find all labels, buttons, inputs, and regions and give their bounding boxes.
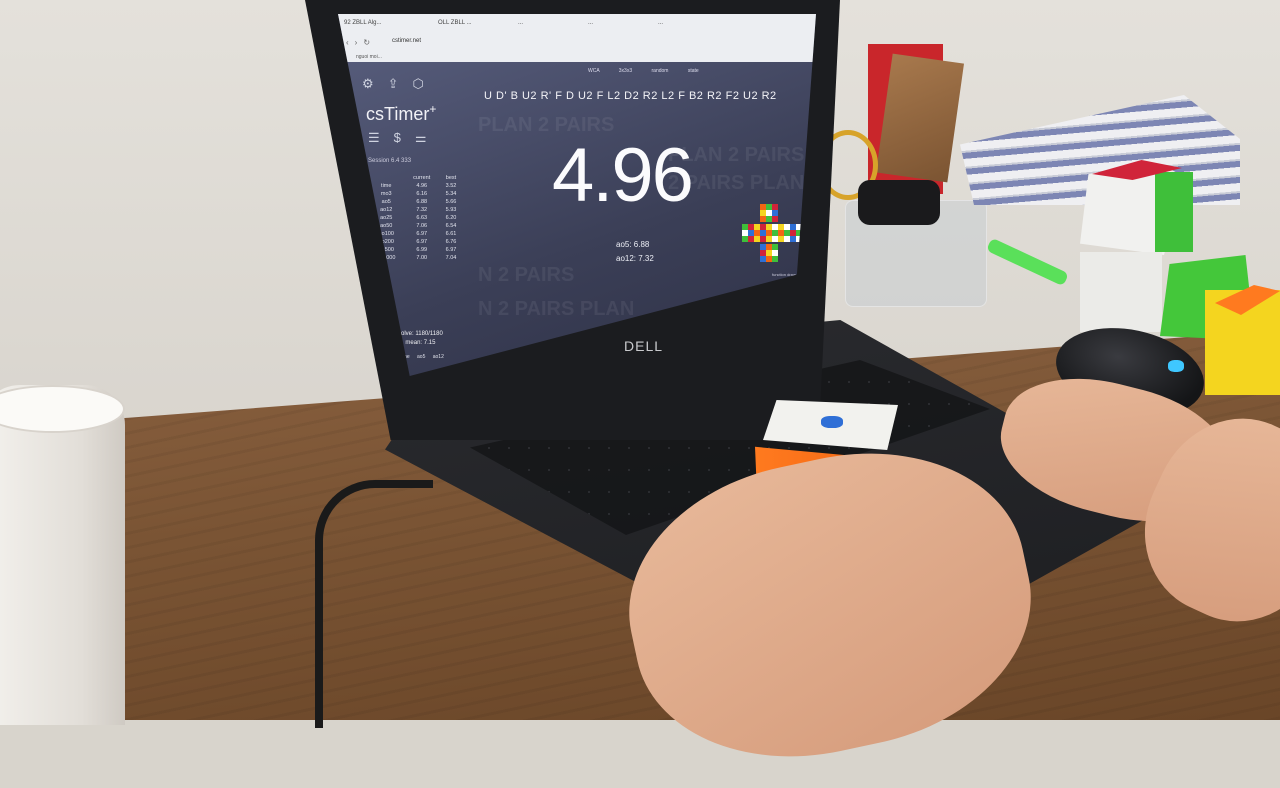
- stat-best: 6.54: [445, 223, 457, 229]
- session-selector[interactable]: Session 6.4 333: [368, 158, 411, 164]
- browser-toolbar: 92 ZBLL Alg... OLL ZBLL ... ... ... ... …: [338, 14, 816, 62]
- stat-current: 7.32: [416, 207, 428, 213]
- stats-header: best: [445, 175, 457, 181]
- stats-row[interactable]: ao50 7.06 6.54: [368, 222, 463, 230]
- session-mean: mean: 7.15: [405, 340, 436, 346]
- list-dollar-tools-icons[interactable]: ☰$⚌: [368, 130, 441, 146]
- browser-tab[interactable]: ...: [518, 20, 523, 32]
- stats-header: [368, 174, 404, 182]
- stats-row[interactable]: ao100 6.97 6.61: [368, 230, 463, 238]
- cube-logo-icon: [821, 416, 843, 428]
- average-display: ao5: 6.88 ao12: 7.32: [616, 238, 654, 266]
- stats-row[interactable]: ao25 6.63 6.20: [368, 214, 463, 222]
- solve-count: solve: 1180/1180: [398, 331, 443, 337]
- cstimer-logo: csTimer+: [366, 102, 436, 125]
- mug-rim: [0, 385, 125, 433]
- scramble-type-selector[interactable]: WCA 3x3x3 random state: [588, 68, 699, 74]
- cube-lower-white: [1080, 252, 1162, 332]
- stats-header: current: [413, 175, 431, 181]
- stat-current: 7.00: [416, 255, 428, 261]
- session-label: Session: [368, 158, 390, 164]
- stat-best: 5.34: [445, 191, 457, 197]
- browser-tab[interactable]: 92 ZBLL Alg...: [344, 20, 381, 32]
- dell-logo: DELL: [624, 338, 664, 354]
- event-random-state[interactable]: random state: [652, 68, 699, 74]
- stat-best: 6.97: [445, 247, 457, 253]
- session-value: 6.4 333: [391, 158, 412, 164]
- logo-text: csTimer: [366, 104, 430, 124]
- nav-arrows-icon[interactable]: ‹›↻: [346, 38, 376, 47]
- timer-display[interactable]: 4.96: [552, 132, 694, 219]
- logo-plus: +: [429, 102, 437, 116]
- scramble-net-sticker: [772, 216, 778, 222]
- event-3x3x3[interactable]: 3x3x3: [619, 68, 632, 74]
- browser-tab[interactable]: ...: [658, 20, 663, 32]
- charging-cable: [315, 480, 433, 728]
- bookmark-item[interactable]: nguoi moi...: [356, 54, 382, 60]
- background-text: N 2 PAIRS PLAN: [478, 298, 635, 320]
- session-summary: solve: 1180/1180 mean: 7.15: [398, 330, 443, 348]
- ao12-value: ao12: 7.32: [616, 254, 654, 263]
- stat-current: 6.97: [416, 231, 428, 237]
- stat-best: 5.66: [445, 199, 457, 205]
- mouse-led: [1168, 360, 1184, 372]
- stat-best: 7.04: [445, 255, 457, 261]
- stat-best: 5.93: [445, 207, 457, 213]
- browser-tab[interactable]: ...: [588, 20, 593, 32]
- stats-row[interactable]: ao12 7.32 5.93: [368, 206, 463, 214]
- browser-tab[interactable]: OLL ZBLL ...: [438, 20, 472, 32]
- stats-row[interactable]: ao5 6.88 5.66: [368, 198, 463, 206]
- stat-current: 6.88: [416, 199, 428, 205]
- stat-best: 6.20: [445, 215, 457, 221]
- stat-name: time: [381, 183, 392, 189]
- stat-current: 4.96: [416, 183, 428, 189]
- stats-row[interactable]: mo3 6.16 5.34: [368, 190, 463, 198]
- event-wca[interactable]: WCA: [588, 68, 599, 74]
- stat-current: 7.06: [416, 223, 428, 229]
- stats-header-row: current best: [368, 174, 463, 182]
- ao5-value: ao5: 6.88: [616, 240, 650, 249]
- background-text: N 2 PAIRS: [478, 264, 575, 286]
- stat-best: 6.61: [445, 231, 457, 237]
- stat-current: 6.99: [416, 247, 428, 253]
- stats-row[interactable]: time 4.96 3.52: [368, 182, 463, 190]
- stat-current: 6.63: [416, 215, 428, 221]
- stat-current: 6.16: [416, 191, 428, 197]
- scramble-net-sticker: [772, 256, 778, 262]
- stapler: [858, 180, 940, 225]
- address-bar[interactable]: cstimer.net: [392, 38, 421, 44]
- stat-best: 3.52: [445, 183, 457, 189]
- stat-best: 6.76: [445, 239, 457, 245]
- settings-export-scramble-icons[interactable]: ⚙⇪⬡: [362, 76, 438, 92]
- stat-current: 6.97: [416, 239, 428, 245]
- cube-side-green: [1155, 172, 1193, 252]
- scramble-text: U D' B U2 R' F D U2 F L2 D2 R2 L2 F B2 R…: [484, 90, 777, 102]
- white-mug: [0, 385, 125, 725]
